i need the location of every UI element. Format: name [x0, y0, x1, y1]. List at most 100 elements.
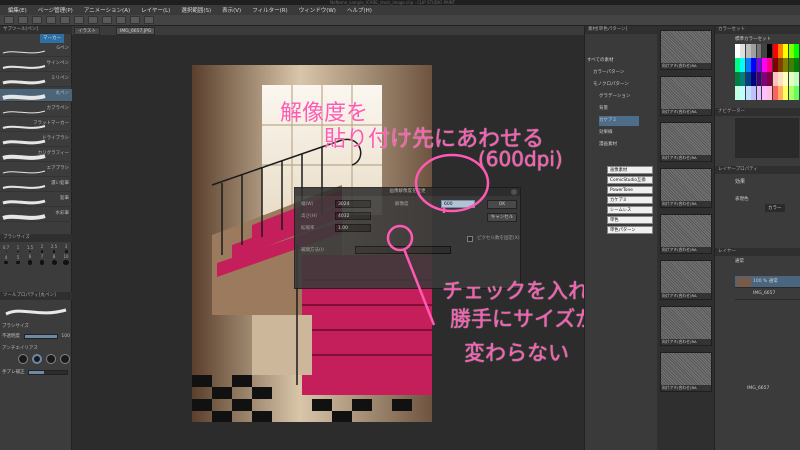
palette-swatch[interactable] — [794, 58, 799, 72]
undo-button[interactable] — [46, 16, 56, 24]
brush-item[interactable]: ミリペン — [0, 74, 72, 87]
material-thumbnail[interactable]: 向けアミ(合わせ)RA — [660, 122, 712, 162]
brush-size-option[interactable]: 1 — [12, 243, 24, 254]
invert-selection-button[interactable] — [144, 16, 154, 24]
palette-swatch[interactable] — [756, 58, 762, 72]
material-thumbnail[interactable]: 向けアミ(合わせ)RA — [660, 76, 712, 116]
palette-swatch[interactable] — [772, 86, 778, 100]
menu-animation[interactable]: アニメーション(A) — [84, 6, 130, 14]
palette-swatch[interactable] — [735, 58, 740, 72]
brush-item[interactable]: エアブラシ — [0, 164, 72, 177]
layer-row-image[interactable]: 100 % 通常 — [735, 276, 800, 288]
material-tag[interactable]: カケアミ — [607, 196, 653, 204]
palette-swatch[interactable] — [740, 44, 746, 58]
brush-size-option[interactable]: 2 — [36, 243, 48, 254]
brush-size-row[interactable]: ブラシサイズ — [2, 322, 70, 331]
palette-swatch[interactable] — [745, 72, 751, 86]
palette-swatch[interactable] — [751, 86, 756, 100]
anti-alias-row[interactable]: アンチエイリアス — [2, 344, 70, 353]
palette-swatch[interactable] — [788, 58, 794, 72]
palette-swatch[interactable] — [794, 44, 799, 58]
material-item-manga[interactable]: 漫画素材 — [599, 140, 617, 150]
palette-swatch[interactable] — [735, 86, 740, 100]
delete-button[interactable] — [74, 16, 84, 24]
material-tag[interactable]: PowerTone — [607, 186, 653, 194]
stabilization-slider[interactable] — [28, 370, 68, 375]
material-thumbnail[interactable]: 向けアミ(合わせ)RA — [660, 306, 712, 346]
material-thumbnail[interactable]: 向けアミ(合わせ)RA — [660, 352, 712, 392]
blend-mode-select[interactable]: 通常 — [735, 258, 744, 264]
aa-weak-option[interactable] — [32, 354, 42, 364]
brush-item[interactable]: フラットマーカー — [0, 119, 72, 132]
palette-swatch[interactable] — [751, 72, 756, 86]
menu-select[interactable]: 選択範囲(S) — [181, 6, 211, 14]
palette-swatch[interactable] — [767, 72, 773, 86]
opacity-slider[interactable] — [24, 334, 58, 339]
expression-color-select[interactable]: カラー — [765, 204, 785, 212]
menu-window[interactable]: ウィンドウ(W) — [299, 6, 336, 14]
menu-page[interactable]: ページ管理(P) — [38, 6, 73, 14]
palette-swatch[interactable] — [794, 86, 799, 100]
palette-swatch[interactable] — [751, 58, 756, 72]
menu-edit[interactable]: 編集(E) — [8, 6, 27, 14]
save-button[interactable] — [32, 16, 42, 24]
transform-button[interactable] — [102, 16, 112, 24]
palette-swatch[interactable] — [740, 72, 746, 86]
palette-swatch[interactable] — [756, 72, 762, 86]
brush-size-option[interactable]: 5 — [12, 254, 24, 265]
color-palette[interactable] — [735, 44, 799, 100]
brush-item[interactable]: 濃い鉛筆 — [0, 179, 72, 192]
crop-button[interactable] — [130, 16, 140, 24]
material-tag[interactable]: 画像素材 — [607, 166, 653, 174]
brush-size-option[interactable]: 3 — [60, 243, 72, 254]
tab-canvas[interactable]: IMG_6657.JPG — [116, 27, 156, 35]
palette-swatch[interactable] — [772, 58, 778, 72]
aa-none-option[interactable] — [18, 354, 28, 364]
brush-size-option[interactable]: 7 — [36, 254, 48, 265]
brush-size-option[interactable]: 6 — [24, 254, 36, 265]
material-item-mono-pattern[interactable]: モノクロパターン — [593, 80, 629, 90]
palette-swatch[interactable] — [778, 58, 783, 72]
menu-filter[interactable]: フィルター(R) — [252, 6, 288, 14]
brush-item[interactable]: サインペン — [0, 59, 72, 72]
opacity-row[interactable]: 不透明度 100 — [2, 332, 70, 341]
palette-swatch[interactable] — [735, 44, 740, 58]
brush-item[interactable]: 丸ペン — [0, 89, 72, 102]
brush-size-option[interactable]: 10 — [60, 254, 72, 265]
palette-swatch[interactable] — [761, 58, 767, 72]
brush-item[interactable]: カブラペン — [0, 104, 72, 117]
palette-swatch[interactable] — [794, 72, 799, 86]
fill-button[interactable] — [88, 16, 98, 24]
material-tag[interactable]: ComicStudio互換 — [607, 176, 653, 184]
brush-size-option[interactable]: 4 — [0, 254, 12, 265]
palette-swatch[interactable] — [772, 44, 778, 58]
material-thumbnail[interactable]: 向けアミ(合わせ)RA — [660, 168, 712, 208]
stabilization-row[interactable]: 手ブレ補正 — [2, 368, 70, 377]
palette-swatch[interactable] — [767, 58, 773, 72]
palette-swatch[interactable] — [788, 72, 794, 86]
brush-size-option[interactable]: 0.7 — [0, 243, 12, 254]
palette-swatch[interactable] — [778, 86, 783, 100]
menu-help[interactable]: ヘルプ(H) — [347, 6, 372, 14]
palette-swatch[interactable] — [756, 44, 762, 58]
material-item-effect-lines[interactable]: 効果線 — [599, 128, 613, 138]
material-item-background[interactable]: 背景 — [599, 104, 608, 114]
palette-swatch[interactable] — [783, 86, 789, 100]
palette-swatch[interactable] — [783, 44, 789, 58]
palette-swatch[interactable] — [778, 44, 783, 58]
layer-row-image-name[interactable]: IMG_6657 — [735, 288, 800, 300]
brush-item[interactable]: Gペン — [0, 44, 72, 57]
palette-swatch[interactable] — [735, 72, 740, 86]
tab-illustration[interactable]: イラスト — [74, 27, 100, 35]
navigator-preview[interactable] — [735, 118, 799, 158]
palette-swatch[interactable] — [745, 44, 751, 58]
material-thumbnail[interactable]: 向けアミ(合わせ)RA — [660, 214, 712, 254]
palette-swatch[interactable] — [788, 86, 794, 100]
material-item-color-pattern[interactable]: カラーパターン — [593, 68, 624, 78]
palette-swatch[interactable] — [761, 44, 767, 58]
palette-swatch[interactable] — [745, 58, 751, 72]
palette-swatch[interactable] — [740, 86, 746, 100]
material-thumbnail[interactable]: 向けアミ(合わせ)RA — [660, 260, 712, 300]
palette-swatch[interactable] — [751, 44, 756, 58]
palette-swatch[interactable] — [783, 72, 789, 86]
